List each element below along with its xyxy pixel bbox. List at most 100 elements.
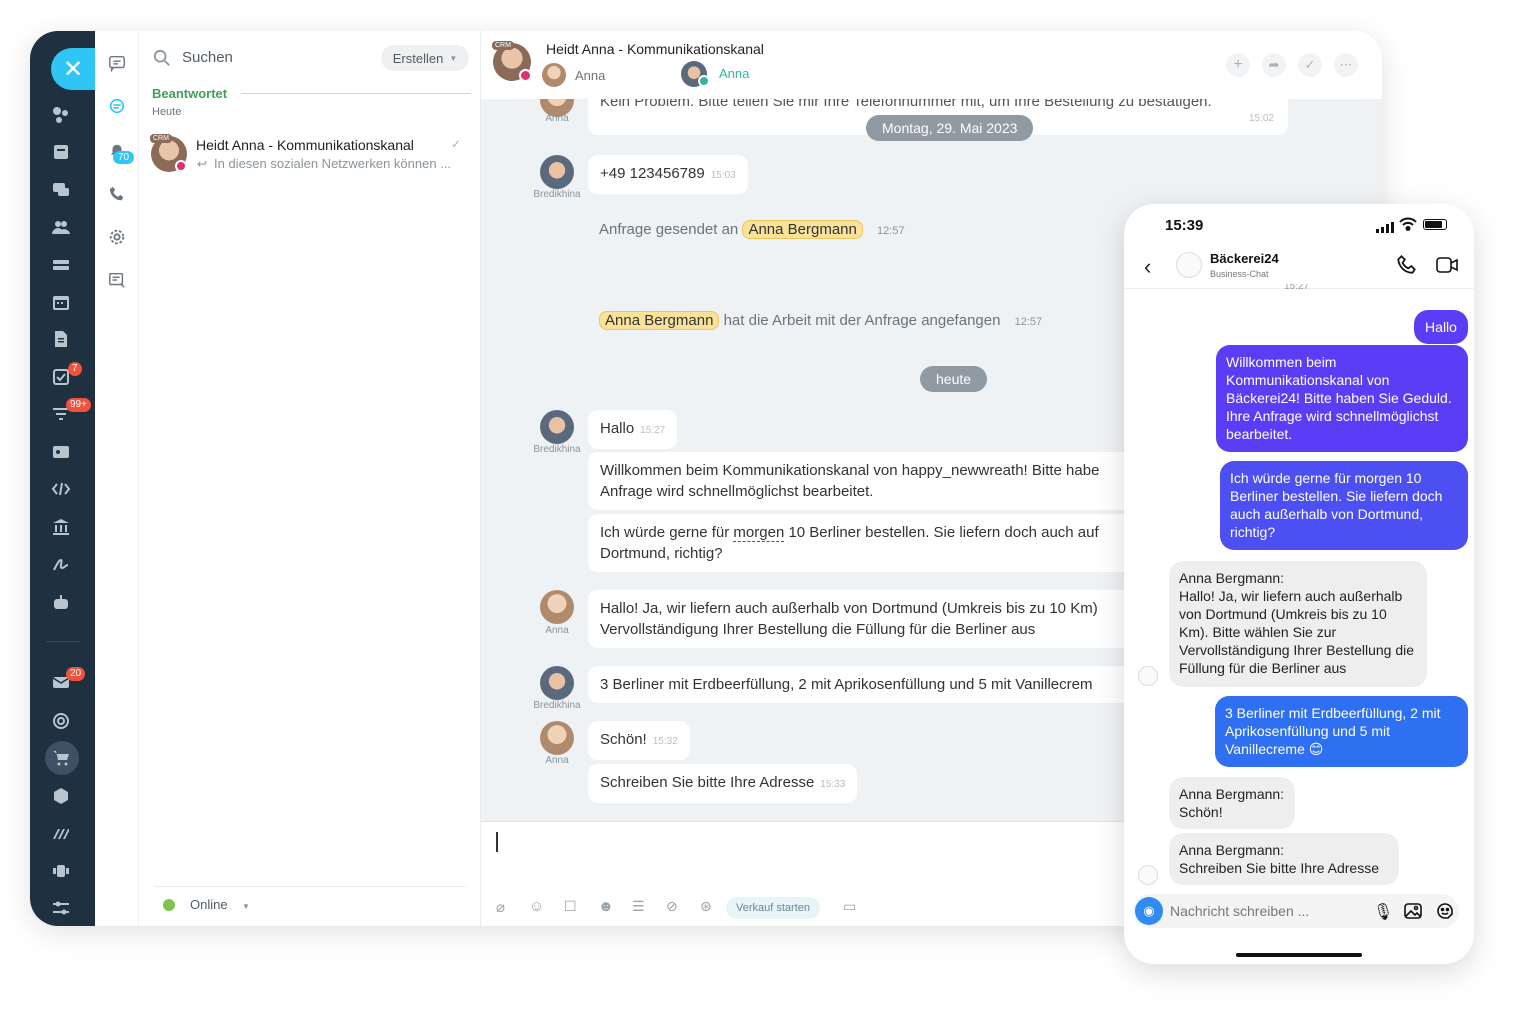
- box-icon[interactable]: [50, 785, 72, 807]
- brand-icon[interactable]: [50, 822, 72, 844]
- target-icon[interactable]: [50, 710, 72, 732]
- mail-badge: 20: [66, 667, 86, 681]
- search-icon: [153, 49, 171, 67]
- operator-name[interactable]: Anna: [719, 66, 749, 81]
- phone-message-input[interactable]: Nachricht schreiben ...: [1170, 903, 1309, 919]
- contact-avatar: [1176, 252, 1202, 278]
- message-text: Willkommen beim Kommunikationskanal von …: [600, 462, 1100, 479]
- drive-icon[interactable]: [50, 254, 72, 276]
- users-icon[interactable]: [50, 216, 72, 238]
- message-bubble: Schreiben Sie bitte Ihre Adresse 15:33: [588, 764, 858, 803]
- check-icon[interactable]: ✓: [1298, 53, 1322, 77]
- more-icon[interactable]: ⋯: [1334, 53, 1358, 77]
- crm-tag: CRM: [492, 41, 514, 50]
- calendar-icon[interactable]: [50, 291, 72, 313]
- message-time: 15:32: [652, 736, 678, 747]
- start-sale-button[interactable]: Verkauf starten: [726, 897, 820, 919]
- attach-icon[interactable]: ⌀: [496, 898, 505, 916]
- openlines-icon[interactable]: [107, 96, 127, 116]
- search-input[interactable]: Suchen: [182, 49, 233, 66]
- emoji-icon[interactable]: ☻: [598, 898, 614, 915]
- avatar-label: Bredikhina: [533, 700, 581, 711]
- phone-message-in: Anna Bergmann: Schön!: [1169, 777, 1295, 829]
- cart-icon[interactable]: [50, 747, 72, 769]
- phone-mockup: 15:39 ‹ Bäckerei24 Business-Chat 15:27 H…: [1124, 204, 1474, 964]
- hide-icon[interactable]: ⊘: [666, 898, 678, 915]
- message-text: Schön!: [600, 731, 647, 748]
- chevron-down-icon: ▼: [449, 53, 458, 63]
- instagram-icon: [175, 160, 187, 172]
- payment-icon[interactable]: ⊛: [700, 898, 712, 915]
- main-sidebar: ✕ 7 99+ 20: [30, 31, 95, 926]
- message-text: Schreiben Sie bitte Ihre Adresse: [1179, 860, 1380, 876]
- avatar: [540, 666, 574, 700]
- message-text: Hallo! Ja, wir liefern auch außerhalb vo…: [600, 600, 1098, 617]
- message-bubble: Hallo! Ja, wir liefern auch außerhalb vo…: [588, 590, 1148, 648]
- messages-icon[interactable]: [107, 53, 127, 73]
- avatar: [540, 590, 574, 624]
- back-icon[interactable]: ‹: [1144, 254, 1151, 280]
- chat-icon[interactable]: [50, 179, 72, 201]
- phone-message-out: 3 Berliner mit Erdbeerfüllung, 2 mit Apr…: [1215, 696, 1468, 767]
- message-template-icon[interactable]: ▭: [843, 898, 856, 915]
- bank-icon[interactable]: [50, 516, 72, 538]
- message-bubble: +49 123456789 15:03: [588, 155, 748, 194]
- message-text: Dortmund, richtig?: [600, 545, 723, 562]
- partial-time: 15:27: [1284, 284, 1310, 292]
- gear-icon[interactable]: [107, 227, 127, 247]
- robot-icon[interactable]: [50, 591, 72, 613]
- signature-icon[interactable]: [50, 553, 72, 575]
- read-check-icon: ✓: [451, 137, 462, 151]
- list-icon[interactable]: ☰: [632, 898, 645, 915]
- message-bubble: Ich würde gerne für morgen 10 Berliner b…: [588, 514, 1148, 572]
- feed-icon[interactable]: [50, 104, 72, 126]
- avatar: [540, 155, 574, 189]
- report-icon[interactable]: [107, 270, 127, 290]
- form-icon[interactable]: ☐: [564, 898, 577, 915]
- message-text: Schreiben Sie bitte Ihre Adresse: [600, 774, 815, 791]
- contact-card-icon[interactable]: [50, 441, 72, 463]
- conversation-list-panel: Suchen Erstellen ▼ Beantwortet Heute CRM…: [139, 31, 481, 926]
- microphone-icon[interactable]: 🎙: [1373, 902, 1393, 922]
- system-time: 12:57: [1014, 316, 1043, 328]
- document-icon[interactable]: [50, 141, 72, 163]
- contact-name: Bäckerei24: [1210, 251, 1279, 266]
- file-icon[interactable]: [50, 328, 72, 350]
- sticker-icon[interactable]: [1435, 901, 1455, 921]
- message-time: 15:02: [1248, 113, 1274, 124]
- operator-status-icon: [698, 75, 710, 87]
- contact-avatar: [1138, 865, 1158, 885]
- code-icon[interactable]: [50, 478, 72, 500]
- message-text-highlight[interactable]: morgen: [733, 524, 785, 542]
- settings-sliders-icon[interactable]: [50, 897, 72, 919]
- user-mention[interactable]: Anna Bergmann: [599, 311, 720, 330]
- conversation-item[interactable]: CRM Heidt Anna - Kommunikationskanal ✓ ↩…: [139, 129, 481, 179]
- message-text: +49 123456789: [600, 165, 705, 182]
- add-icon[interactable]: +: [1226, 53, 1250, 77]
- close-icon[interactable]: ✕: [51, 48, 95, 90]
- user-mention[interactable]: Anna Bergmann: [742, 220, 863, 239]
- chat-title: Heidt Anna - Kommunikationskanal: [546, 41, 764, 57]
- participant-name[interactable]: Anna: [575, 68, 605, 83]
- avatar-label: Anna: [545, 625, 569, 636]
- phone-message-in: Anna Bergmann: Hallo! Ja, wir liefern au…: [1169, 561, 1427, 687]
- gallery-icon[interactable]: [1403, 901, 1423, 921]
- create-button[interactable]: Erstellen ▼: [381, 45, 469, 71]
- user-icon[interactable]: ☺: [529, 898, 544, 915]
- status-selector[interactable]: Online: [190, 897, 228, 912]
- message-time: 15:03: [710, 170, 736, 181]
- feed-badge: 99+: [66, 398, 91, 412]
- message-text: Ich würde gerne für: [600, 524, 730, 541]
- camera-icon[interactable]: ◉: [1135, 897, 1163, 925]
- phone-clock: 15:39: [1165, 217, 1204, 234]
- forward-icon[interactable]: ➦: [1262, 53, 1286, 77]
- call-icon[interactable]: [1396, 254, 1418, 276]
- status-chevron-icon[interactable]: ▼: [242, 902, 250, 911]
- avatar-label: Bredikhina: [533, 444, 581, 455]
- video-call-icon[interactable]: [1436, 256, 1458, 274]
- message-text: 10 Berliner bestellen. Sie liefern doch …: [788, 524, 1099, 541]
- home-indicator: [1236, 953, 1362, 957]
- phone-icon[interactable]: [107, 184, 127, 204]
- date-pill: Montag, 29. Mai 2023: [866, 115, 1034, 141]
- hub-icon[interactable]: [50, 860, 72, 882]
